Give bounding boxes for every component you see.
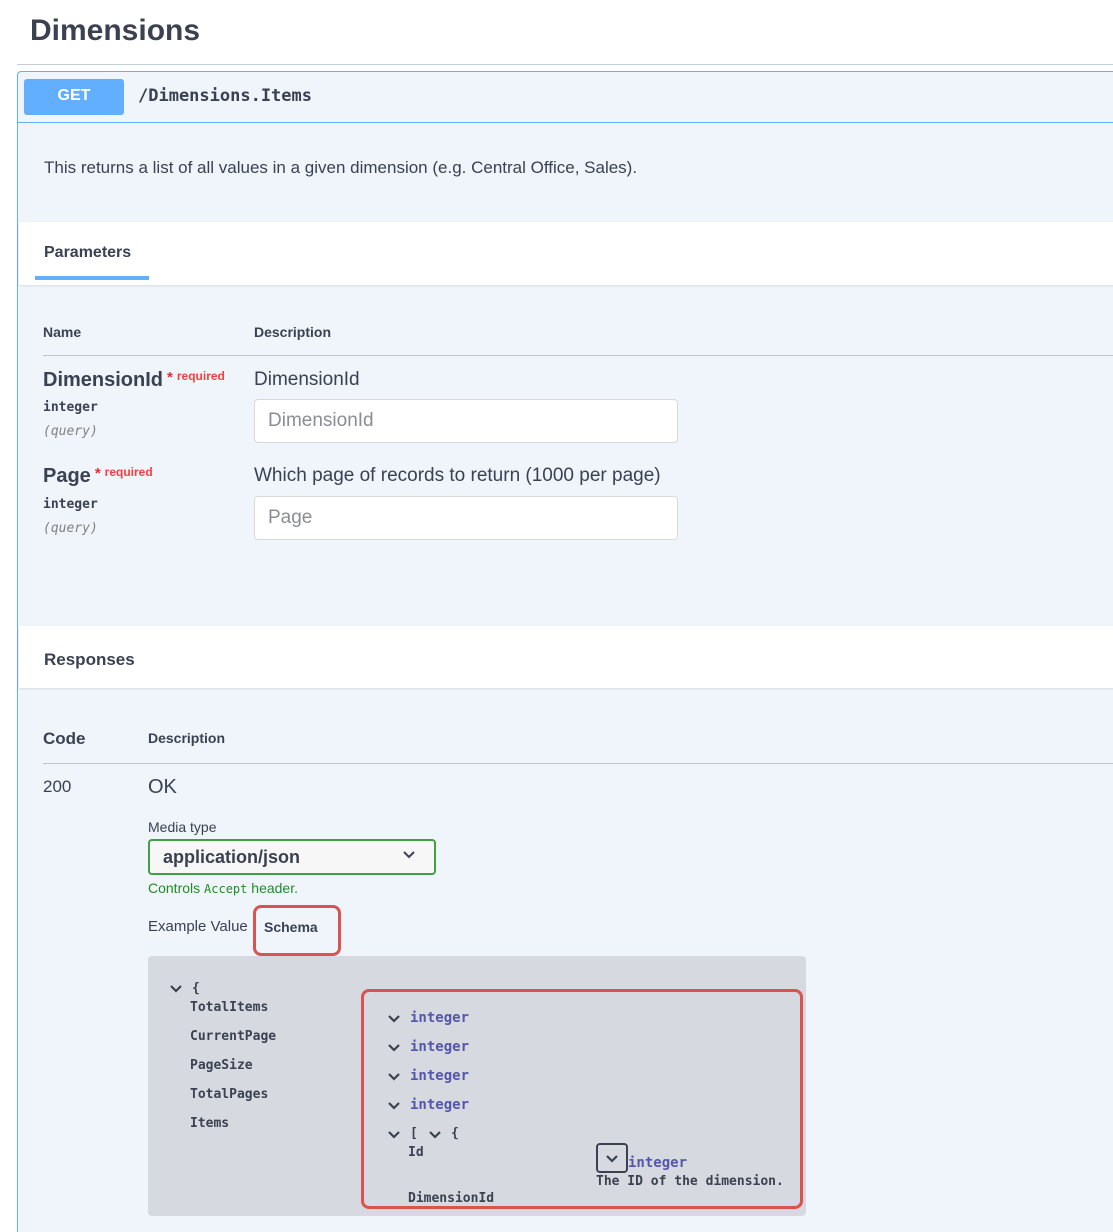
tab-example-value[interactable]: Example Value (148, 918, 248, 935)
param-description: Which page of records to return (1000 pe… (254, 465, 661, 486)
param-type: integer (43, 400, 98, 415)
param-description: DimensionId (254, 369, 360, 390)
param-name-dimensionid: DimensionId * required (43, 369, 225, 392)
operation-summary[interactable]: GET /Dimensions.Items (18, 72, 1113, 123)
column-header-response-description: Description (148, 730, 226, 746)
schema-property: Items (190, 1116, 230, 1131)
response-code: 200 (43, 777, 72, 796)
tab-parameters[interactable]: Parameters (44, 244, 131, 262)
param-name-page: Page * required (43, 465, 153, 488)
schema-open-brace: { (192, 981, 200, 996)
controls-code: Accept (204, 882, 248, 896)
controls-accept-note: Controls Accept header. (148, 880, 298, 896)
media-type-value: application/json (163, 847, 301, 867)
schema-property: TotalPages (190, 1087, 269, 1102)
schema-property: PageSize (190, 1058, 253, 1073)
schema-property: CurrentPage (190, 1029, 277, 1044)
page-input[interactable] (254, 496, 678, 540)
param-type: integer (43, 497, 98, 512)
title-divider (17, 64, 1113, 65)
method-badge: GET (24, 79, 124, 115)
responses-header: Responses (19, 626, 1113, 688)
column-header-code: Code (43, 729, 86, 748)
required-label: required (104, 465, 153, 479)
parameters-header: Parameters (19, 222, 1113, 285)
chevron-down-icon[interactable] (169, 983, 183, 995)
operation-description: This returns a list of all values in a g… (44, 158, 638, 177)
active-tab-indicator (35, 276, 149, 280)
chevron-down-icon (403, 851, 415, 859)
responses-title: Responses (44, 650, 135, 669)
controls-prefix: Controls (148, 880, 201, 896)
column-header-name: Name (43, 324, 82, 340)
media-type-label: Media type (148, 819, 217, 835)
param-name-label: Page (43, 465, 91, 487)
controls-suffix: header. (251, 880, 298, 896)
media-type-select[interactable]: application/json (148, 839, 436, 875)
schema-tab-highlight (253, 905, 341, 956)
required-label: required (176, 369, 225, 383)
operation-path: /Dimensions.Items (138, 86, 312, 106)
page-title: Dimensions (30, 14, 201, 47)
schema-types-highlight (361, 989, 803, 1209)
column-header-description: Description (254, 324, 332, 340)
param-location: (query) (43, 424, 98, 439)
response-status: OK (148, 776, 177, 798)
schema-property: TotalItems (190, 1000, 269, 1015)
param-name-label: DimensionId (43, 369, 164, 391)
responses-divider (43, 763, 1113, 764)
param-location: (query) (43, 521, 98, 536)
parameters-divider (43, 355, 1113, 356)
dimensionid-input[interactable] (254, 399, 678, 443)
required-star: * (167, 369, 173, 386)
required-star: * (94, 465, 101, 482)
